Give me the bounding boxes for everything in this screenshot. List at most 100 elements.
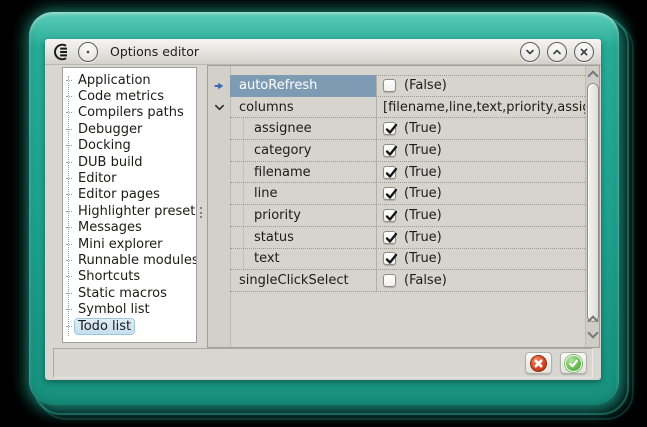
sidebar-item-static-macros[interactable]: Static macros — [63, 285, 196, 301]
sidebar-item-docking[interactable]: Docking — [63, 138, 196, 154]
property-name-cell[interactable]: filename — [230, 162, 376, 184]
property-value: (True) — [404, 230, 442, 245]
vertical-scrollbar[interactable] — [585, 66, 599, 347]
property-row-category[interactable]: category (True) — [208, 140, 585, 162]
sidebar-tree: Application Code metrics Compilers paths… — [63, 72, 196, 342]
scroll-up-icon[interactable] — [587, 70, 598, 81]
property-name-cell[interactable]: singleClickSelect — [230, 270, 376, 292]
sidebar-item-mini-explorer[interactable]: Mini explorer — [63, 236, 196, 252]
scrollbar-thumb[interactable] — [587, 83, 599, 322]
property-value-cell[interactable]: (False) — [376, 270, 585, 292]
property-name: priority — [254, 208, 301, 223]
checkmark-icon — [384, 144, 398, 158]
cancel-button[interactable] — [525, 352, 552, 374]
sidebar-item-code-metrics[interactable]: Code metrics — [63, 88, 196, 104]
sidebar-item-label: Runnable modules — [75, 253, 197, 268]
property-value-cell[interactable]: (True) — [376, 249, 585, 271]
row-gutter-cell — [208, 162, 230, 184]
property-row-assignee[interactable]: assignee (True) — [208, 118, 585, 140]
property-row-text[interactable]: text (True) — [208, 249, 585, 271]
sidebar-item-runnable-modules[interactable]: Runnable modules — [63, 252, 196, 268]
tree-branch-line — [66, 162, 72, 163]
property-row-columns[interactable]: columns [filename,line,text,priority,ass… — [208, 97, 585, 119]
minimize-button[interactable] — [520, 42, 540, 62]
checkmark-icon — [384, 187, 398, 201]
sidebar-item-editor[interactable]: Editor — [63, 170, 196, 186]
titlebar[interactable]: Options editor — [45, 39, 601, 65]
tree-branch-line — [66, 260, 72, 261]
splitter-grip[interactable] — [200, 207, 202, 218]
property-name: autoRefresh — [239, 78, 317, 93]
checkbox[interactable] — [383, 144, 396, 157]
property-name: line — [254, 186, 277, 201]
sidebar-item-compilers-paths[interactable]: Compilers paths — [63, 105, 196, 121]
sidebar-item-highlighter-presets[interactable]: Highlighter presets — [63, 203, 196, 219]
checkbox[interactable] — [383, 274, 396, 287]
menu-dot-icon — [85, 49, 91, 55]
sidebar-item-todo-list[interactable]: Todo list — [63, 318, 196, 334]
property-name-cell[interactable]: assignee — [230, 118, 376, 140]
property-name-cell[interactable]: text — [230, 249, 376, 271]
categories-sidebar[interactable]: Application Code metrics Compilers paths… — [62, 67, 197, 343]
checkmark-icon — [384, 166, 398, 180]
property-value-cell[interactable]: (True) — [376, 140, 585, 162]
row-gutter-cell — [208, 270, 230, 292]
property-row-filename[interactable]: filename (True) — [208, 162, 585, 184]
checkbox[interactable] — [383, 79, 396, 92]
checkbox[interactable] — [383, 231, 396, 244]
row-gutter-cell — [208, 205, 230, 227]
row-gutter-cell — [208, 140, 230, 162]
property-row-autoRefresh[interactable]: autoRefresh (False) — [208, 75, 585, 97]
sidebar-item-dub-build[interactable]: DUB build — [63, 154, 196, 170]
checkbox[interactable] — [383, 209, 396, 222]
expand-chevron-down-icon[interactable] — [214, 102, 225, 113]
sidebar-item-messages[interactable]: Messages — [63, 220, 196, 236]
sidebar-item-label: Docking — [75, 138, 134, 153]
property-row-line[interactable]: line (True) — [208, 183, 585, 205]
tree-branch-line — [66, 178, 72, 179]
tree-branch-line — [66, 129, 72, 130]
checkbox[interactable] — [383, 252, 396, 265]
checkbox[interactable] — [383, 166, 396, 179]
checkbox[interactable] — [383, 122, 396, 135]
property-name: assignee — [254, 121, 312, 136]
sidebar-item-label: Symbol list — [75, 302, 153, 317]
property-name-cell[interactable]: priority — [230, 205, 376, 227]
sidebar-item-debugger[interactable]: Debugger — [63, 121, 196, 137]
sidebar-item-shortcuts[interactable]: Shortcuts — [63, 269, 196, 285]
property-name-cell[interactable]: category — [230, 140, 376, 162]
property-row-priority[interactable]: priority (True) — [208, 205, 585, 227]
property-name-cell[interactable]: status — [230, 227, 376, 249]
checkmark-icon — [384, 122, 398, 136]
maximize-button[interactable] — [547, 42, 567, 62]
property-value-cell[interactable]: (True) — [376, 227, 585, 249]
property-value: (True) — [404, 121, 442, 136]
property-value-cell[interactable]: (True) — [376, 162, 585, 184]
property-value-cell[interactable]: (True) — [376, 183, 585, 205]
property-value-cell[interactable]: (True) — [376, 118, 585, 140]
sidebar-item-label: Application — [75, 73, 154, 88]
property-name-cell[interactable]: line — [230, 183, 376, 205]
sidebar-item-symbol-list[interactable]: Symbol list — [63, 301, 196, 317]
close-button[interactable] — [574, 42, 594, 62]
property-value-cell[interactable]: (True) — [376, 205, 585, 227]
sidebar-item-editor-pages[interactable]: Editor pages — [63, 187, 196, 203]
property-name-cell[interactable]: autoRefresh — [230, 75, 376, 97]
property-row-status[interactable]: status (True) — [208, 227, 585, 249]
sidebar-item-application[interactable]: Application — [63, 72, 196, 88]
tree-branch-line — [66, 227, 72, 228]
row-gutter-cell — [208, 183, 230, 205]
property-value-cell[interactable]: [filename,line,text,priority,assigne — [376, 97, 585, 119]
accept-button[interactable] — [560, 352, 587, 374]
cancel-red-cross-icon — [530, 355, 547, 372]
property-row-singleClickSelect[interactable]: singleClickSelect (False) — [208, 270, 585, 292]
property-grid[interactable]: autoRefresh (False) columns — [207, 65, 600, 348]
window-menu-button[interactable] — [78, 42, 98, 62]
chevron-down-icon — [524, 46, 536, 58]
property-name: singleClickSelect — [239, 273, 349, 288]
checkbox[interactable] — [383, 187, 396, 200]
scroll-down-icon[interactable] — [587, 327, 598, 338]
property-value-cell[interactable]: (False) — [376, 75, 585, 97]
current-row-arrow-icon — [213, 80, 225, 92]
property-name-cell[interactable]: columns — [230, 97, 376, 119]
